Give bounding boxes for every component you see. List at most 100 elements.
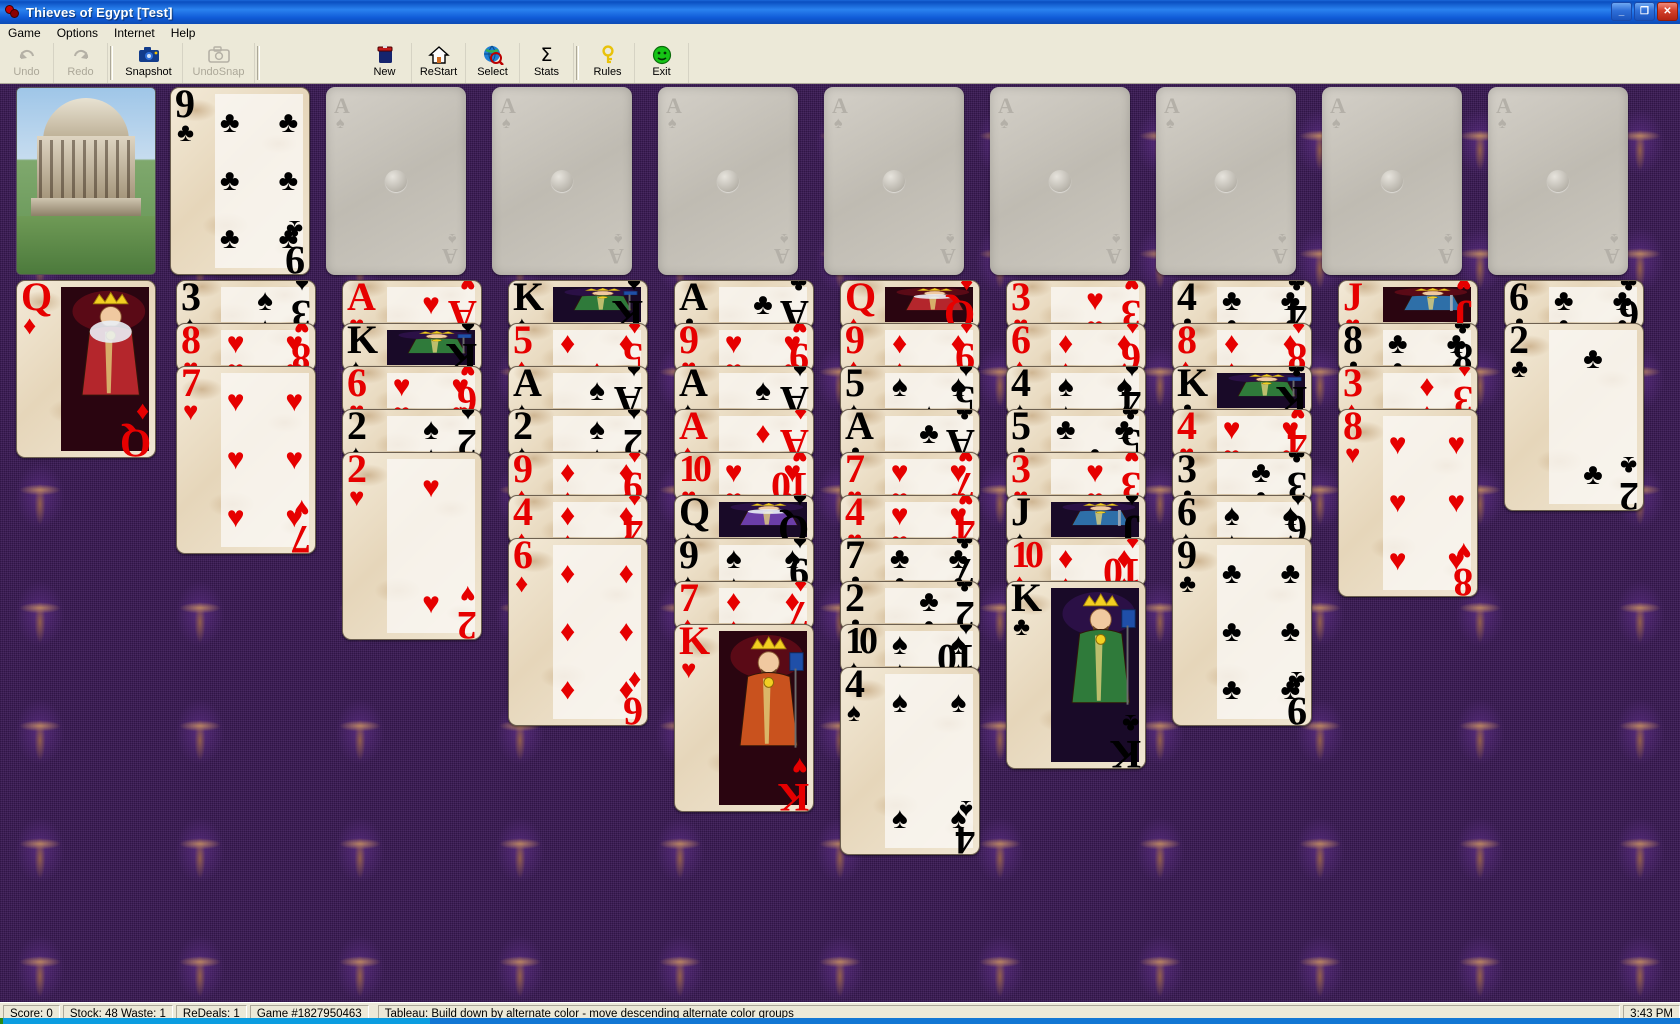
tableau-column-5-card-7[interactable]: 7♣♣♣♣♣♣♣7♣	[840, 538, 980, 587]
card-suit-symbol-mirrored: ♣	[955, 409, 973, 428]
tableau-column-5-card-1[interactable]: Q ♦ Q ♦	[840, 280, 980, 329]
foundation-slot-7[interactable]: A ♠ A ♠	[1322, 87, 1462, 275]
tableau-column-3-card-3[interactable]: A ♠ ♠ A ♠	[508, 366, 648, 415]
tableau-column-4-card-8[interactable]: 7♦♦♦♦♦♦♦7♦	[674, 581, 814, 630]
tableau-column-7-card-4[interactable]: 4 ♥ ♥ ♥ ♥ ♥ 4 ♥	[1172, 409, 1312, 458]
foundation-slot-4[interactable]: A ♠ A ♠	[824, 87, 964, 275]
tableau-column-5-card-9[interactable]: 10♠♠♠♠♠♠♠10♠	[840, 624, 980, 673]
card-pip: ♥	[1447, 428, 1466, 461]
tableau-column-7-card-6[interactable]: 6♠♠♠♠♠♠♠6♠	[1172, 495, 1312, 544]
tableau-column-4-card-1[interactable]: A ♣ ♣ A ♣	[674, 280, 814, 329]
tableau-column-3-card-2[interactable]: 5♦♦♦♦♦♦5♦	[508, 323, 648, 372]
rules-button[interactable]: Rules	[581, 43, 635, 83]
foundation-slot-3[interactable]: A ♠ A ♠	[658, 87, 798, 275]
tableau-column-2-card-3[interactable]: 6♥♥♥♥♥♥♥6♥	[342, 366, 482, 415]
card-suit-symbol-mirrored: ♥	[791, 323, 807, 342]
tableau-column-5-card-6[interactable]: 4 ♥ ♥ ♥ ♥ ♥ 4 ♥	[840, 495, 980, 544]
select-button[interactable]: Select	[466, 43, 520, 83]
undo-button[interactable]: Undo	[0, 43, 54, 83]
tableau-column-4-card-9[interactable]: K ♥ K ♥	[674, 624, 814, 812]
foundation-slot-8[interactable]: A ♠ A ♠	[1488, 87, 1628, 275]
slot-bump	[1547, 170, 1569, 192]
stats-button[interactable]: Σ Stats	[520, 43, 574, 83]
tableau-column-7-card-3[interactable]: K ♣ K ♣	[1172, 366, 1312, 415]
tableau-column-2-card-5[interactable]: 2 ♥ ♥ ♥ 2 ♥	[342, 452, 482, 640]
tableau-column-2-card-4[interactable]: 2 ♠ ♠ ♠ 2 ♠	[342, 409, 482, 458]
tableau-column-1-card-3[interactable]: 7 ♥ ♥ ♥ ♥ ♥ ♥ ♥ 7 ♥	[176, 366, 316, 554]
tableau-column-6-card-3[interactable]: 4 ♠ ♠ ♠ ♠ ♠ 4 ♠	[1006, 366, 1146, 415]
tableau-column-7-card-7[interactable]: 9 ♣ ♣ ♣ ♣ ♣ ♣ ♣ 9 ♣	[1172, 538, 1312, 726]
tableau-column-4-card-2[interactable]: 9♥♥♥♥♥♥♥9♥	[674, 323, 814, 372]
tableau-column-3-card-6[interactable]: 4 ♦ ♦ ♦ ♦ ♦ 4 ♦	[508, 495, 648, 544]
tableau-column-6-card-8[interactable]: K ♣ K ♣	[1006, 581, 1146, 769]
cards-icon	[5, 4, 21, 20]
tableau-column-4-card-5[interactable]: 10♥♥♥♥♥♥♥10♥	[674, 452, 814, 501]
slot-bump	[1215, 170, 1237, 192]
card-rank-mirrored: 4	[957, 818, 975, 855]
minimize-button[interactable]: _	[1611, 2, 1632, 21]
foundation-slot-2[interactable]: A ♠ A ♠	[492, 87, 632, 275]
foundation-slot-5[interactable]: A ♠ A ♠	[990, 87, 1130, 275]
foundation-slot-6[interactable]: A ♠ A ♠	[1156, 87, 1296, 275]
card-pip: ♣	[889, 542, 910, 575]
card-suit-symbol: ♣	[1511, 353, 1529, 383]
tableau-column-6-card-5[interactable]: 3♥♥♥♥3♥	[1006, 452, 1146, 501]
tableau-column-4-card-3[interactable]: A ♠ ♠ A ♠	[674, 366, 814, 415]
tableau-column-8-card-2[interactable]: 8♣♣♣♣♣♣♣8♣	[1338, 323, 1478, 372]
tableau-column-6-card-4[interactable]: 5♣♣♣♣♣♣5♣	[1006, 409, 1146, 458]
tableau-column-3-card-1[interactable]: K ♠ K ♠	[508, 280, 648, 329]
tableau-column-3-card-4[interactable]: 2 ♠ ♠ ♠ 2 ♠	[508, 409, 648, 458]
tableau-column-3-card-7[interactable]: 6 ♦ ♦ ♦ ♦ ♦ ♦ ♦ 6 ♦	[508, 538, 648, 726]
tableau-column-4-card-6[interactable]: Q ♠ Q ♠	[674, 495, 814, 544]
spade-icon: ♠	[1166, 115, 1175, 132]
maximize-button[interactable]: ❐	[1634, 2, 1655, 21]
restart-button[interactable]: ReStart	[412, 43, 466, 83]
tableau-column-7-card-2[interactable]: 8♦♦♦♦♦♦♦8♦	[1172, 323, 1312, 372]
snapshot-button[interactable]: Snapshot	[115, 43, 183, 83]
menu-item-game[interactable]: Game	[0, 25, 49, 41]
tableau-column-2-card-2[interactable]: K ♠ K ♠	[342, 323, 482, 372]
tableau-column-2-card-1[interactable]: A ♥ ♥ A ♥	[342, 280, 482, 329]
tableau-column-1-card-2[interactable]: 8♥♥♥♥♥♥♥8♥	[176, 323, 316, 372]
card-pip: ♦	[560, 673, 576, 706]
tableau-column-9-card-1[interactable]: 6♣♣♣♣♣♣♣6♣	[1504, 280, 1644, 329]
tableau-column-4-card-4[interactable]: A ♦ ♦ A ♦	[674, 409, 814, 458]
tableau-column-8-card-4[interactable]: 8 ♥ ♥ ♥ ♥ ♥ ♥ ♥ 8 ♥	[1338, 409, 1478, 597]
foundation-slot-1[interactable]: A ♠ A ♠	[326, 87, 466, 275]
card-suit-symbol-mirrored: ♥	[957, 452, 973, 471]
card-suit-symbol-mirrored: ♥	[1455, 537, 1471, 567]
tableau-column-6-card-7[interactable]: 10♦♦♦♦♦♦♦10♦	[1006, 538, 1146, 587]
free-cell-card[interactable]: Q ♦ Q ♦	[16, 280, 156, 458]
card-suit-symbol-mirrored: ♦	[627, 495, 641, 514]
tableau-column-8-card-1[interactable]: J ♥ J ♥	[1338, 280, 1478, 329]
menu-item-internet[interactable]: Internet	[106, 25, 163, 41]
tableau-column-5-card-4[interactable]: A ♣ ♣ A ♣	[840, 409, 980, 458]
menu-item-options[interactable]: Options	[49, 25, 106, 41]
tableau-column-5-card-10[interactable]: 4 ♠ ♠ ♠ ♠ ♠ 4 ♠	[840, 667, 980, 855]
exit-button[interactable]: Exit	[635, 43, 689, 83]
menu-item-help[interactable]: Help	[163, 25, 204, 41]
tableau-column-5-card-8[interactable]: 2 ♣ ♣ ♣ 2 ♣	[840, 581, 980, 630]
tableau-column-5-card-5[interactable]: 7♥♥♥♥♥♥♥7♥	[840, 452, 980, 501]
card-suit-symbol-mirrored: ♠	[793, 538, 807, 557]
tableau-column-7-card-5[interactable]: 3♣♣♣♣3♣	[1172, 452, 1312, 501]
tableau-column-3-card-5[interactable]: 9♦♦♦♦♦♦♦9♦	[508, 452, 648, 501]
tableau-column-4-card-7[interactable]: 9♠♠♠♠♠♠♠9♠	[674, 538, 814, 587]
tableau-column-9-card-2[interactable]: 2 ♣ ♣ ♣ 2 ♣	[1504, 323, 1644, 511]
tableau-column-6-card-2[interactable]: 6♦♦♦♦♦♦♦6♦	[1006, 323, 1146, 372]
tableau-column-5-card-2[interactable]: 9♦♦♦♦♦♦♦9♦	[840, 323, 980, 372]
card-suit-symbol-mirrored: ♦	[1291, 323, 1305, 342]
tableau-column-6-card-1[interactable]: 3♥♥♥♥3♥	[1006, 280, 1146, 329]
tableau-column-7-card-1[interactable]: 4 ♣ ♣ ♣ ♣ ♣ 4 ♣	[1172, 280, 1312, 329]
close-button[interactable]: ✕	[1657, 2, 1678, 21]
new-button[interactable]: New	[358, 43, 412, 83]
snapshot-label: Snapshot	[125, 66, 172, 78]
game-playfield[interactable]: 9 ♣ ♣ ♣ ♣ ♣ ♣ ♣ 9 ♣ A ♠ A ♠ A ♠ A ♠ A ♠ A ♠ A ♠ A ♠ A ♠ A ♠ A ♠ A ♠ A ♠ A ♠ A ♠…	[0, 84, 1680, 1002]
redo-button[interactable]: Redo	[54, 43, 108, 83]
undosnap-button[interactable]: UndoSnap	[183, 43, 255, 83]
stock-card[interactable]: 9 ♣ ♣ ♣ ♣ ♣ ♣ ♣ 9 ♣	[170, 87, 310, 275]
tableau-column-8-card-3[interactable]: 3♦♦♦♦3♦	[1338, 366, 1478, 415]
tableau-column-1-card-1[interactable]: 3♠♠♠♠3♠	[176, 280, 316, 329]
tableau-column-5-card-3[interactable]: 5♠♠♠♠♠♠5♠	[840, 366, 980, 415]
tableau-column-6-card-6[interactable]: J ♠ J ♠	[1006, 495, 1146, 544]
